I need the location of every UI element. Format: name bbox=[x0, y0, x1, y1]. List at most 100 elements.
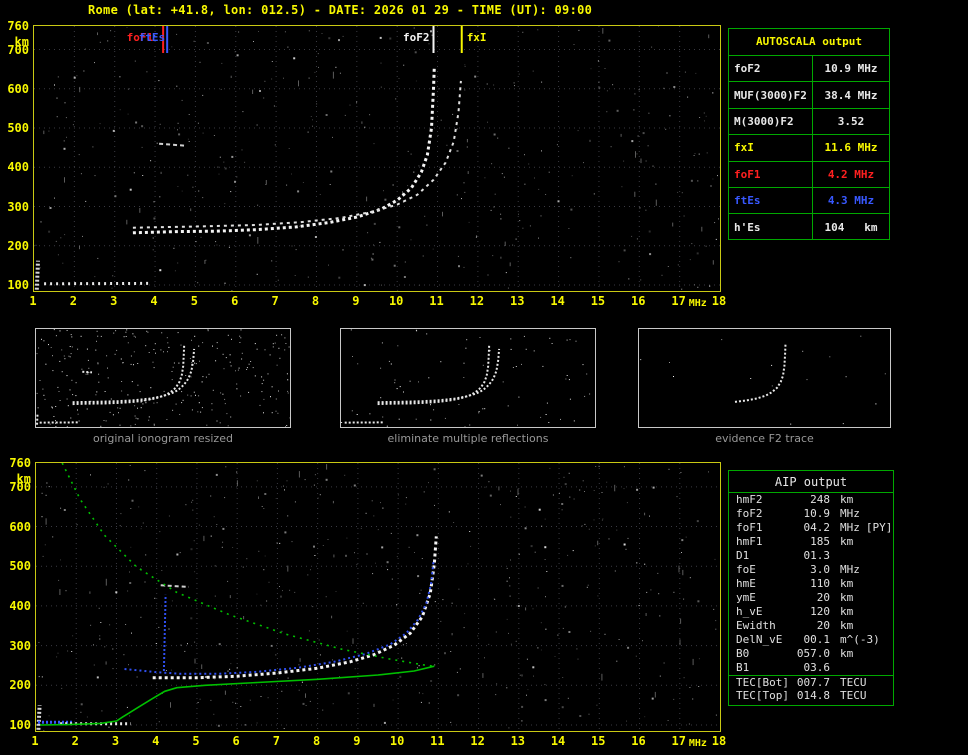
autoscala-value: 4.2 MHz bbox=[827, 167, 875, 181]
x-axis-tick-18: 18 bbox=[711, 734, 727, 748]
aip-row-foF2: foF2 10.9 MHz bbox=[729, 507, 893, 521]
thumbnail-image-1 bbox=[35, 328, 291, 428]
y-axis-tick-760: 760 bbox=[9, 456, 31, 470]
aip-param: foF2 bbox=[736, 507, 763, 520]
aip-row-TEC[Bot]: TEC[Bot] 007.7 TECU bbox=[729, 675, 893, 689]
x-axis-tick-13: 13 bbox=[510, 294, 525, 308]
series-restored-blue bbox=[124, 561, 435, 675]
autoscala-row-h'Es: h'Es 104 km bbox=[729, 213, 889, 240]
autoscala-table-title: AUTOSCALA output bbox=[756, 35, 862, 48]
x-axis-tick-1: 1 bbox=[29, 294, 37, 308]
thumbnail-caption-3: evidence F2 trace bbox=[715, 432, 814, 445]
aip-unit: km bbox=[840, 647, 854, 660]
y-axis-unit: km bbox=[16, 472, 31, 486]
y-axis-tick-600: 600 bbox=[7, 81, 29, 96]
series-es-clutter bbox=[34, 260, 40, 290]
aip-unit: km bbox=[840, 619, 854, 632]
series-f-trace-white bbox=[152, 536, 438, 680]
processing-thumbnails: original ionogram resized eliminate multi… bbox=[0, 328, 968, 453]
autoscala-value: 38.4 MHz bbox=[824, 88, 878, 102]
aip-unit: km bbox=[840, 493, 854, 506]
autoscala-table-rows: foF2 10.9 MHz MUF(3000)F2 38.4 MHz M(3000)F2… bbox=[729, 55, 889, 240]
thumbnail-image-3 bbox=[638, 328, 891, 428]
series-second-hop bbox=[159, 142, 186, 147]
thumbnail-1: original ionogram resized bbox=[35, 328, 291, 445]
y-axis-tick-500: 500 bbox=[7, 121, 29, 136]
aip-value: 007.7 bbox=[796, 676, 830, 689]
aip-value: 03.6 bbox=[803, 661, 831, 674]
thumbnail-3: evidence F2 trace bbox=[638, 328, 891, 445]
autoscala-row-fxI: fxI 11.6 MHz bbox=[729, 134, 889, 161]
top-ionogram-plot: foF1 ftEs foF2 fxI 760 700 600 500 400 300 200 100 k… bbox=[0, 20, 726, 325]
thumbnail-caption-1: original ionogram resized bbox=[93, 432, 233, 445]
series-left-clutter bbox=[36, 705, 42, 730]
aip-unit: MHz bbox=[840, 563, 860, 576]
aip-row-hmF2: hmF2 248 km bbox=[729, 493, 893, 507]
aip-row-h_vE: h_vE 120 km bbox=[729, 605, 893, 619]
y-axis-tick-100: 100 bbox=[7, 278, 29, 292]
series-f1-cusp bbox=[162, 594, 167, 672]
aip-value: 120 bbox=[810, 605, 830, 618]
aip-param: D1 bbox=[736, 549, 750, 562]
aip-row-ymE: ymE 20 km bbox=[729, 591, 893, 605]
x-axis-tick-10: 10 bbox=[389, 734, 405, 748]
autoscala-param: h'Es bbox=[729, 214, 813, 240]
aip-table-rows: hmF2 248 km foF2 10.9 MHz foF1 04.2 MHz [PY] hmF1 1… bbox=[729, 493, 893, 703]
aip-param: hmF1 bbox=[736, 535, 763, 548]
x-axis-tick-8: 8 bbox=[311, 294, 320, 308]
aip-row-foF1: foF1 04.2 MHz [PY] bbox=[729, 521, 893, 535]
series-f-trace-x bbox=[132, 80, 462, 229]
y-axis-tick-200: 200 bbox=[7, 238, 29, 253]
x-axis-tick-8: 8 bbox=[313, 734, 321, 748]
aip-param: Ewidth bbox=[736, 619, 776, 632]
autoscala-value: 11.6 MHz bbox=[824, 141, 878, 155]
bottom-ionogram-canvas bbox=[36, 463, 720, 731]
aip-param: foE bbox=[736, 563, 756, 576]
x-axis-tick-14: 14 bbox=[550, 734, 566, 748]
y-axis-tick-300: 300 bbox=[7, 199, 29, 214]
x-axis-tick-11: 11 bbox=[430, 734, 445, 748]
x-axis-tick-7: 7 bbox=[271, 294, 279, 308]
y-axis-tick-300: 300 bbox=[9, 638, 31, 653]
x-axis-unit: MHz bbox=[688, 298, 707, 309]
aip-unit: km bbox=[840, 577, 854, 590]
x-axis-tick-17: 17 bbox=[671, 294, 686, 308]
x-axis-tick-9: 9 bbox=[352, 294, 360, 308]
y-axis-tick-500: 500 bbox=[9, 559, 31, 574]
mini-series-f-trace-x bbox=[72, 348, 196, 404]
fxI-marker-label: fxI bbox=[467, 31, 487, 44]
bottom-ionogram-frame bbox=[35, 462, 721, 732]
x-axis-tick-3: 3 bbox=[110, 294, 118, 308]
aip-param: TEC[Top] bbox=[736, 689, 789, 702]
autoscala-param: M(3000)F2 bbox=[729, 108, 813, 135]
y-axis-tick-760: 760 bbox=[7, 19, 29, 33]
mini-series-f-trace-o bbox=[734, 343, 787, 403]
aip-param: h_vE bbox=[736, 605, 763, 618]
autoscala-row-foF1: foF1 4.2 MHz bbox=[729, 160, 889, 187]
series-f-trace-o bbox=[132, 67, 436, 235]
autoscala-row-foF2: foF2 10.9 MHz bbox=[729, 55, 889, 82]
aip-value: 110 bbox=[810, 577, 830, 590]
aip-unit bbox=[830, 549, 840, 563]
aip-unit: m^(-3) bbox=[840, 633, 880, 646]
autoscala-output-table: AUTOSCALA output foF2 10.9 MHz MUF(3000)F2… bbox=[728, 28, 890, 240]
x-axis-tick-13: 13 bbox=[510, 734, 526, 748]
x-axis-tick-6: 6 bbox=[231, 294, 239, 308]
x-axis-tick-4: 4 bbox=[152, 734, 160, 748]
aip-row-Ewidth: Ewidth 20 km bbox=[729, 619, 893, 633]
x-axis-tick-11: 11 bbox=[429, 294, 444, 308]
y-axis-tick-200: 200 bbox=[9, 678, 31, 693]
thumbnail-canvas-1 bbox=[36, 329, 290, 427]
aip-row-DelN_vE: DelN_vE 00.1 m^(-3) bbox=[729, 633, 893, 647]
autoscala-value: 104 km bbox=[824, 220, 878, 234]
aip-param: B0 bbox=[736, 647, 750, 660]
aip-param: ymE bbox=[736, 591, 756, 604]
x-axis-tick-18: 18 bbox=[711, 294, 727, 308]
aip-unit: km bbox=[840, 591, 854, 604]
thumbnail-caption-2: eliminate multiple reflections bbox=[387, 432, 549, 445]
mini-series-es-clutter bbox=[36, 414, 39, 425]
y-axis-unit: km bbox=[14, 35, 29, 49]
x-axis-tick-12: 12 bbox=[470, 734, 485, 748]
aip-value: 3.0 bbox=[810, 563, 830, 576]
x-axis-tick-9: 9 bbox=[353, 734, 361, 748]
